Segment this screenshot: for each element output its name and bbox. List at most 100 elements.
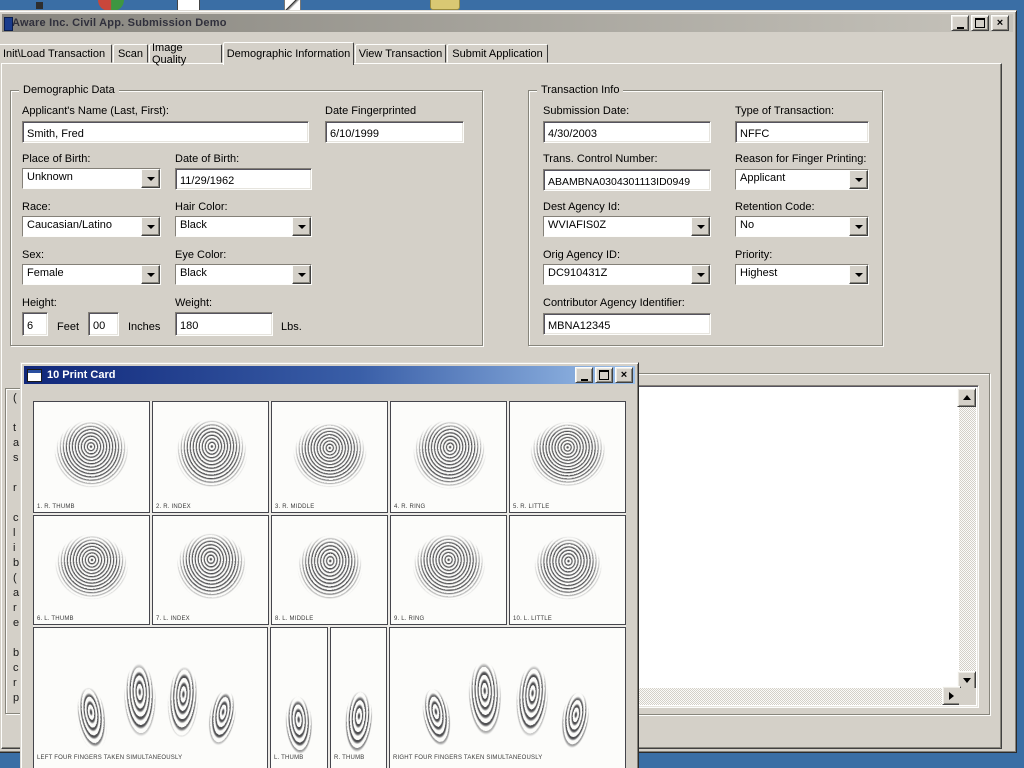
horizontal-scrollbar[interactable] (639, 688, 959, 705)
eye-color-dropdown[interactable]: Black (175, 264, 312, 285)
maximize-button[interactable] (971, 15, 989, 31)
applicant-name-field[interactable] (22, 121, 309, 143)
vertical-scrollbar[interactable] (959, 388, 976, 688)
dropdown-button[interactable] (141, 217, 160, 236)
cell-label: 10. L. LITTLE (513, 616, 552, 622)
lbs-unit-label: Lbs. (281, 321, 302, 334)
place-of-birth-dropdown[interactable]: Unknown (22, 168, 161, 189)
submission-date-field[interactable] (543, 121, 711, 143)
priority-dropdown[interactable]: Highest (735, 264, 869, 285)
folder-icon (430, 0, 460, 10)
print-card-titlebar[interactable]: 10 Print Card × (24, 366, 635, 384)
fingerprint-cell-r-ring[interactable]: 4. R. RING (390, 401, 507, 513)
date-fingerprinted-field[interactable] (325, 121, 464, 143)
fingerprint-image (161, 405, 263, 504)
print-card-window: 10 Print Card × 1. R. THUMB 2. R. INDEX … (20, 362, 639, 768)
minimize-button[interactable] (951, 15, 969, 31)
chevron-down-icon (147, 225, 155, 233)
fingerprint-image (116, 649, 163, 750)
height-inches-field[interactable] (88, 312, 119, 336)
inches-unit-label: Inches (128, 321, 160, 334)
fingerprint-image (507, 651, 558, 752)
contributor-agency-field[interactable] (543, 313, 711, 335)
dropdown-button[interactable] (691, 217, 710, 236)
dropdown-button[interactable] (292, 217, 311, 236)
fingerprint-cell-r-middle[interactable]: 3. R. MIDDLE (271, 401, 388, 513)
tab-demographic-information[interactable]: Demographic Information (223, 42, 354, 65)
type-of-transaction-field[interactable] (735, 121, 869, 143)
reason-for-fingerprinting-dropdown[interactable]: Applicant (735, 169, 869, 190)
hair-color-label: Hair Color: (175, 201, 228, 214)
print-card-minimize-button[interactable] (575, 367, 593, 383)
tab-scan[interactable]: Scan (113, 44, 148, 63)
fingerprint-cell-l-thumb[interactable]: 6. L. THUMB (33, 515, 150, 625)
dropdown-button[interactable] (141, 265, 160, 284)
fingerprint-cell-l-thumb-slap[interactable]: L. THUMB (270, 627, 328, 768)
sex-dropdown[interactable]: Female (22, 264, 161, 285)
trans-control-number-field[interactable] (543, 169, 711, 191)
print-card-close-button[interactable]: × (615, 367, 633, 383)
dropdown-button[interactable] (849, 170, 868, 189)
race-label: Race: (22, 201, 51, 214)
dropdown-value: Unknown (23, 169, 141, 188)
fingerprint-cell-r-little[interactable]: 5. R. LITTLE (509, 401, 626, 513)
close-button[interactable]: × (991, 15, 1009, 31)
cell-label: 6. L. THUMB (37, 616, 74, 622)
scroll-up-button[interactable] (957, 388, 976, 407)
orig-agency-dropdown[interactable]: DC910431Z (543, 264, 711, 285)
height-feet-field[interactable] (22, 312, 48, 336)
fingerprint-image (38, 405, 145, 504)
cell-label: 5. R. LITTLE (513, 504, 549, 510)
dropdown-value: Black (176, 265, 292, 284)
tab-label: Init\Load Transaction (3, 48, 105, 60)
fingerprint-cell-r-thumb-slap[interactable]: R. THUMB (330, 627, 387, 768)
hair-color-dropdown[interactable]: Black (175, 216, 312, 237)
tab-image-quality[interactable]: Image Quality (149, 44, 222, 63)
fingerprint-cell-r-index[interactable]: 2. R. INDEX (152, 401, 269, 513)
cell-label: L. THUMB (274, 755, 304, 761)
fingerprint-image (396, 404, 503, 505)
desktop-icon-fragment (36, 2, 43, 9)
dropdown-button[interactable] (849, 265, 868, 284)
dropdown-button[interactable] (141, 169, 160, 188)
fingerprint-cell-l-index[interactable]: 7. L. INDEX (152, 515, 269, 625)
fingerprint-cell-l-middle[interactable]: 8. L. MIDDLE (271, 515, 388, 625)
dropdown-button[interactable] (292, 265, 311, 284)
type-of-transaction-label: Type of Transaction: (735, 105, 834, 118)
fingerprint-image (519, 522, 617, 614)
cell-label: 3. R. MIDDLE (275, 504, 314, 510)
chevron-down-icon (697, 273, 705, 281)
dest-agency-dropdown[interactable]: WVIAFIS0Z (543, 216, 711, 237)
tab-submit-application[interactable]: Submit Application (447, 44, 548, 63)
main-window-titlebar[interactable]: Aware Inc. Civil App. Submission Demo × (2, 14, 1013, 32)
tab-view-transaction[interactable]: View Transaction (355, 44, 446, 63)
fingerprint-cell-l-ring[interactable]: 9. L. RING (390, 515, 507, 625)
date-of-birth-field[interactable] (175, 168, 312, 190)
tab-label: Image Quality (152, 42, 219, 66)
scroll-right-icon (949, 692, 958, 700)
tab-init-load-transaction[interactable]: Init\Load Transaction (0, 44, 112, 63)
retention-code-dropdown[interactable]: No (735, 216, 869, 237)
fingerprint-cell-l-little[interactable]: 10. L. LITTLE (509, 515, 626, 625)
fingerprint-cell-right-slap[interactable]: RIGHT FOUR FINGERS TAKEN SIMULTANEOUSLY (389, 627, 626, 768)
window-title: Aware Inc. Civil App. Submission Demo (12, 17, 227, 29)
feet-unit-label: Feet (57, 321, 79, 334)
maximize-icon (599, 370, 609, 380)
fingerprint-cell-left-slap[interactable]: LEFT FOUR FINGERS TAKEN SIMULTANEOUSLY (33, 627, 268, 768)
race-dropdown[interactable]: Caucasian/Latino (22, 216, 161, 237)
orig-agency-label: Orig Agency ID: (543, 249, 620, 262)
fingerprint-cell-r-thumb[interactable]: 1. R. THUMB (33, 401, 150, 513)
chevron-down-icon (298, 225, 306, 233)
dropdown-value: Applicant (736, 170, 849, 189)
maximize-icon (975, 18, 985, 28)
close-icon: × (997, 18, 1003, 28)
dropdown-button[interactable] (691, 265, 710, 284)
fingerprint-image (411, 675, 462, 760)
desktop: Aware Inc. Civil App. Submission Demo × … (0, 0, 1024, 768)
weight-field[interactable] (175, 312, 273, 336)
dropdown-value: Caucasian/Latino (23, 217, 141, 236)
dropdown-button[interactable] (849, 217, 868, 236)
transaction-text-area[interactable] (636, 385, 979, 708)
scroll-up-icon (963, 391, 971, 400)
print-card-maximize-button[interactable] (595, 367, 613, 383)
